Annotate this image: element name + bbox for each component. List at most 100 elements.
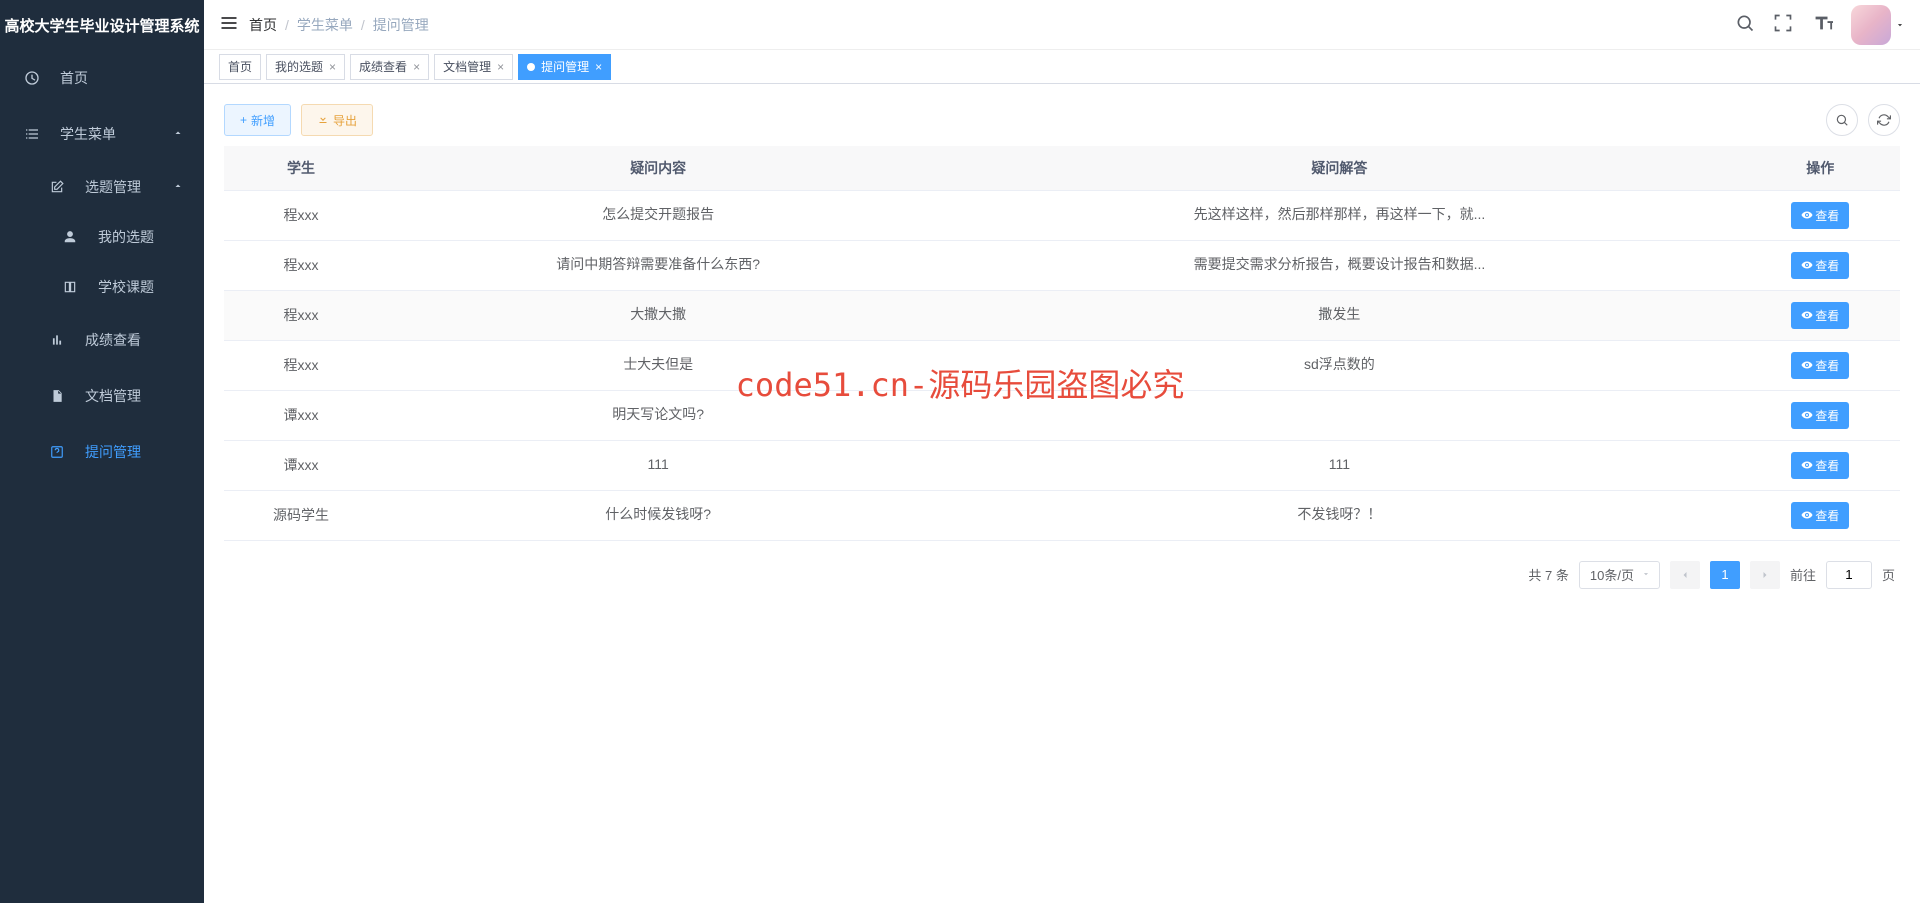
sidebar-item-grade-view[interactable]: 成绩查看 — [0, 312, 204, 368]
search-button[interactable] — [1826, 104, 1858, 136]
content-area: + 新增 导出 学生 疑问内容 疑问解答 — [204, 84, 1920, 903]
cell-question: 怎么提交开题报告 — [378, 190, 938, 240]
breadcrumb-sep: / — [285, 17, 289, 33]
tab-item[interactable]: 我的选题 × — [266, 54, 345, 80]
cell-action: 查看 — [1740, 290, 1900, 340]
main-area: 首页 / 学生菜单 / 提问管理 首页我的选题×成绩查看×文档管理×提问管理× — [204, 0, 1920, 903]
table-row: 程xxx 士大夫但是 sd浮点数的 查看 — [224, 340, 1900, 390]
view-button[interactable]: 查看 — [1791, 302, 1849, 329]
tab-active-dot — [527, 63, 535, 71]
cell-answer: 先这样这样，然后那样那样，再这样一下，就... — [938, 190, 1740, 240]
tab-label: 首页 — [228, 58, 252, 75]
toolbar: + 新增 导出 — [224, 104, 1900, 136]
cell-student: 程xxx — [224, 340, 378, 390]
tab-item[interactable]: 首页 — [219, 54, 261, 80]
chevron-up-icon — [172, 126, 184, 142]
sidebar-label: 首页 — [60, 68, 88, 88]
view-button[interactable]: 查看 — [1791, 502, 1849, 529]
breadcrumb-page: 提问管理 — [373, 15, 429, 35]
cell-student: 谭xxx — [224, 390, 378, 440]
sidebar-label: 提问管理 — [85, 442, 141, 462]
view-button[interactable]: 查看 — [1791, 402, 1849, 429]
goto-suffix: 页 — [1882, 565, 1895, 584]
breadcrumb-sep: / — [361, 17, 365, 33]
tab-label: 提问管理 — [541, 58, 589, 75]
cell-question: 大撒大撒 — [378, 290, 938, 340]
view-button[interactable]: 查看 — [1791, 352, 1849, 379]
navbar-right — [1735, 5, 1905, 45]
sidebar-menu: 首页 学生菜单 选题管理 我的选题 学校课题 成绩查看 — [0, 50, 204, 903]
export-label: 导出 — [333, 112, 357, 129]
sidebar-item-qa-mgmt[interactable]: 提问管理 — [0, 424, 204, 480]
sidebar-item-home[interactable]: 首页 — [0, 50, 204, 106]
tab-item[interactable]: 文档管理× — [434, 54, 513, 80]
font-size-icon[interactable] — [1811, 12, 1833, 37]
th-answer: 疑问解答 — [938, 146, 1740, 190]
breadcrumb-menu: 学生菜单 — [297, 15, 353, 35]
pagination-total: 共 7 条 — [1528, 565, 1568, 584]
sidebar: 高校大学生毕业设计管理系统 首页 学生菜单 选题管理 我的选题 — [0, 0, 204, 903]
cell-action: 查看 — [1740, 190, 1900, 240]
sidebar-item-topic-mgmt[interactable]: 选题管理 — [0, 162, 204, 212]
sidebar-label: 学校课题 — [98, 277, 154, 297]
close-icon[interactable]: × — [595, 60, 602, 74]
cell-answer — [938, 390, 1740, 440]
th-action: 操作 — [1740, 146, 1900, 190]
download-icon — [317, 113, 329, 128]
cell-question: 明天写论文吗? — [378, 390, 938, 440]
export-button[interactable]: 导出 — [301, 104, 373, 136]
document-icon — [45, 389, 69, 403]
prev-page-button[interactable] — [1670, 561, 1700, 589]
question-icon — [45, 445, 69, 459]
book-icon — [58, 280, 82, 294]
cell-answer: sd浮点数的 — [938, 340, 1740, 390]
app-logo: 高校大学生毕业设计管理系统 — [0, 0, 204, 50]
add-button[interactable]: + 新增 — [224, 104, 291, 136]
th-question: 疑问内容 — [378, 146, 938, 190]
view-button[interactable]: 查看 — [1791, 252, 1849, 279]
close-icon[interactable]: × — [497, 60, 504, 74]
sidebar-item-my-topic[interactable]: 我的选题 — [0, 212, 204, 262]
chevron-down-icon — [1641, 567, 1651, 582]
cell-action: 查看 — [1740, 340, 1900, 390]
cell-action: 查看 — [1740, 240, 1900, 290]
sidebar-label: 选题管理 — [85, 177, 141, 197]
goto-page-input[interactable] — [1826, 561, 1872, 589]
tab-item[interactable]: 提问管理 × — [518, 54, 611, 80]
fullscreen-icon[interactable] — [1773, 13, 1793, 36]
table-row: 源码学生 什么时候发钱呀? 不发钱呀？！ 查看 — [224, 490, 1900, 540]
next-page-button[interactable] — [1750, 561, 1780, 589]
toolbar-right — [1826, 104, 1900, 136]
close-icon[interactable]: × — [413, 60, 420, 74]
sidebar-label: 文档管理 — [85, 386, 141, 406]
cell-student: 程xxx — [224, 240, 378, 290]
breadcrumb: 首页 / 学生菜单 / 提问管理 — [249, 15, 1735, 35]
chevron-up-icon — [172, 179, 184, 195]
view-button[interactable]: 查看 — [1791, 202, 1849, 229]
cell-question: 什么时候发钱呀? — [378, 490, 938, 540]
table-row: 谭xxx 明天写论文吗? 查看 — [224, 390, 1900, 440]
user-avatar-dropdown[interactable] — [1851, 5, 1905, 45]
cell-action: 查看 — [1740, 390, 1900, 440]
plus-icon: + — [240, 113, 247, 127]
close-icon[interactable]: × — [329, 60, 336, 74]
sidebar-item-doc-mgmt[interactable]: 文档管理 — [0, 368, 204, 424]
goto-prefix: 前往 — [1790, 565, 1816, 584]
cell-answer: 不发钱呀？！ — [938, 490, 1740, 540]
hamburger-icon[interactable] — [219, 13, 249, 36]
search-icon[interactable] — [1735, 13, 1755, 36]
page-size-select[interactable]: 10条/页 — [1579, 561, 1660, 589]
cell-answer: 需要提交需求分析报告，概要设计报告和数据... — [938, 240, 1740, 290]
sidebar-label: 学生菜单 — [60, 124, 116, 144]
tabs-bar: 首页我的选题×成绩查看×文档管理×提问管理× — [204, 50, 1920, 84]
refresh-button[interactable] — [1868, 104, 1900, 136]
tab-item[interactable]: 成绩查看× — [350, 54, 429, 80]
tab-label: 我的选题 — [275, 58, 323, 75]
cell-student: 源码学生 — [224, 490, 378, 540]
sidebar-item-school-topic[interactable]: 学校课题 — [0, 262, 204, 312]
breadcrumb-home[interactable]: 首页 — [249, 15, 277, 35]
cell-student: 程xxx — [224, 190, 378, 240]
sidebar-item-student-menu[interactable]: 学生菜单 — [0, 106, 204, 162]
page-number-button[interactable]: 1 — [1710, 561, 1740, 589]
view-button[interactable]: 查看 — [1791, 452, 1849, 479]
